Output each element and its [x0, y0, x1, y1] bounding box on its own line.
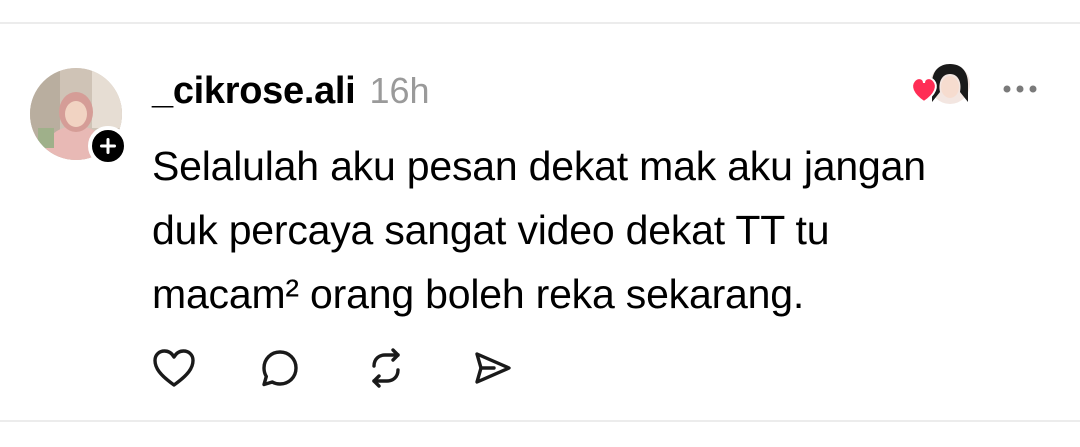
plus-icon [100, 138, 116, 154]
author-avatar[interactable] [30, 68, 128, 166]
like-button[interactable] [150, 344, 198, 392]
liked-by-indicator[interactable] [908, 62, 972, 112]
thread-post: _cikrose.ali 16h Selalulah aku pesan dek… [0, 24, 1080, 420]
heart-outline-icon [153, 349, 195, 387]
send-icon [475, 352, 511, 384]
bottom-divider [0, 420, 1080, 422]
comment-bubble-icon [262, 350, 298, 387]
reply-button[interactable] [256, 344, 304, 392]
repost-icon [372, 348, 400, 388]
post-text: Selalulah aku pesan dekat mak aku jangan… [152, 143, 926, 317]
follow-button[interactable] [88, 126, 128, 166]
repost-button[interactable] [362, 344, 410, 392]
action-bar [150, 344, 516, 392]
post-timestamp: 16h [369, 70, 430, 111]
more-horizontal-icon [1003, 85, 1037, 93]
more-options-button[interactable] [996, 72, 1044, 106]
share-button[interactable] [468, 344, 516, 392]
post-header: _cikrose.ali 16h [152, 70, 430, 114]
author-username[interactable]: _cikrose.ali [152, 70, 356, 113]
